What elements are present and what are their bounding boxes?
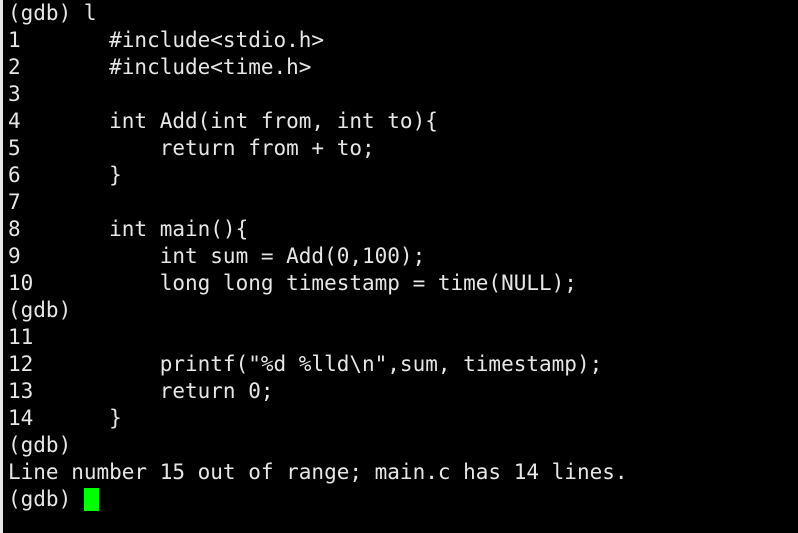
terminal-line-prompt-2: (gdb) [8,298,72,322]
terminal-line-source-1: 1 #include<stdio.h> [8,28,325,52]
terminal-line-source-5: 5 return from + to; [8,136,375,160]
terminal-line-source-6: 6 } [8,163,122,187]
active-prompt-text: (gdb) [8,487,84,511]
terminal-line-source-3: 3 [8,82,21,106]
terminal-screen[interactable]: (gdb) l 1 #include<stdio.h> 2 #include<t… [3,0,798,533]
terminal-line-source-7: 7 [8,190,21,214]
terminal-line-prompt-3: (gdb) [8,433,72,457]
terminal-line-command-list: (gdb) l [8,1,97,25]
terminal-line-source-2: 2 #include<time.h> [8,55,312,79]
terminal-line-source-10: 10 long long timestamp = time(NULL); [8,271,577,295]
gdb-terminal-window[interactable]: (gdb) l 1 #include<stdio.h> 2 #include<t… [0,0,798,533]
terminal-line-error-message: Line number 15 out of range; main.c has … [8,460,628,484]
terminal-line-source-12: 12 printf("%d %lld\n",sum, timestamp); [8,352,603,376]
terminal-line-source-14: 14 } [8,406,122,430]
text-cursor [83,488,99,511]
terminal-line-source-8: 8 int main(){ [8,217,249,241]
terminal-line-source-9: 9 int sum = Add(0,100); [8,244,426,268]
terminal-active-prompt-line[interactable]: (gdb) [3,486,798,513]
terminal-line-source-4: 4 int Add(int from, int to){ [8,109,438,133]
terminal-line-source-11: 11 [8,325,34,349]
terminal-line-source-13: 13 return 0; [8,379,274,403]
